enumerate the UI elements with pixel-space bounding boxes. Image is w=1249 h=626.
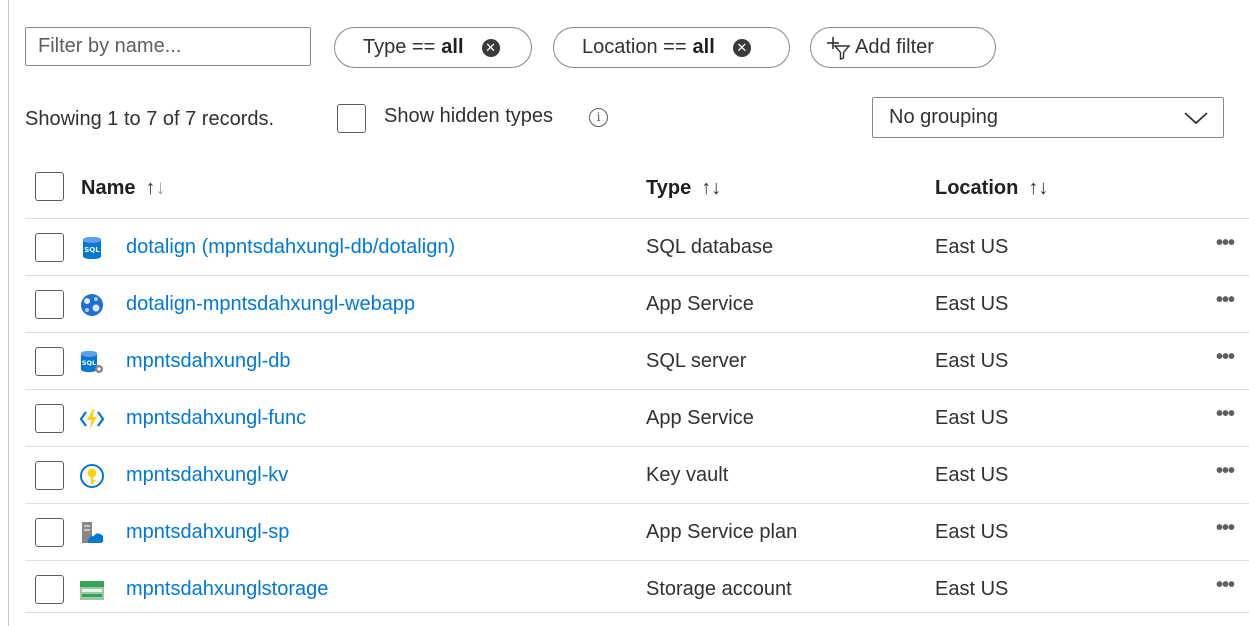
row-checkbox[interactable] <box>35 575 64 604</box>
resource-name-link[interactable]: mpntsdahxungl-kv <box>126 464 288 487</box>
more-options-icon[interactable]: ••• <box>1216 232 1235 255</box>
sql-database-icon: SQL <box>83 237 101 259</box>
column-header-name[interactable]: Name ↑↓ <box>81 177 165 200</box>
location-filter-label: Location == <box>582 36 687 58</box>
row-divider <box>25 389 1249 390</box>
resource-name-link[interactable]: mpntsdahxungl-func <box>126 407 306 430</box>
resource-name-link[interactable]: mpntsdahxungl-db <box>126 350 291 373</box>
type-filter-value: all <box>441 36 464 58</box>
table-row[interactable]: SQL mpntsdahxungl-db SQL server East US … <box>0 334 1249 390</box>
app-service-icon <box>81 294 103 316</box>
column-header-type[interactable]: Type ↑↓ <box>646 177 721 200</box>
resource-name-link[interactable]: mpntsdahxungl-sp <box>126 521 289 544</box>
table-row[interactable]: mpntsdahxunglstorage Storage account Eas… <box>0 562 1249 618</box>
add-filter-button[interactable]: Add filter <box>810 27 996 68</box>
grouping-dropdown[interactable]: No grouping <box>872 97 1224 138</box>
row-checkbox[interactable] <box>35 461 64 490</box>
add-filter-label: Add filter <box>855 36 934 58</box>
row-checkbox[interactable] <box>35 290 64 319</box>
table-row[interactable]: mpntsdahxungl-sp App Service plan East U… <box>0 505 1249 561</box>
resource-location: East US <box>935 350 1009 372</box>
resource-name-link[interactable]: dotalign-mpntsdahxungl-webapp <box>126 293 415 316</box>
app-service-plan-icon <box>82 522 104 543</box>
header-divider <box>25 218 1249 219</box>
grouping-value: No grouping <box>889 106 998 128</box>
table-row[interactable]: mpntsdahxungl-func App Service East US •… <box>0 391 1249 447</box>
resource-location: East US <box>935 407 1009 429</box>
table-row[interactable]: SQL dotalign (mpntsdahxungl-db/dotalign)… <box>0 220 1249 276</box>
svg-text:SQL: SQL <box>84 246 100 254</box>
sort-icon[interactable]: ↑↓ <box>701 177 721 199</box>
type-filter-pill[interactable]: Type == all ✕ <box>334 27 532 68</box>
row-checkbox[interactable] <box>35 347 64 376</box>
resource-type: SQL server <box>646 350 747 372</box>
info-icon[interactable]: i <box>589 108 608 127</box>
column-header-location[interactable]: Location ↑↓ <box>935 177 1048 200</box>
function-app-icon <box>80 409 104 429</box>
more-options-icon[interactable]: ••• <box>1216 460 1235 483</box>
add-filter-icon <box>827 36 851 60</box>
resource-type: App Service <box>646 407 754 429</box>
key-vault-icon <box>80 464 104 488</box>
resource-type: App Service <box>646 293 754 315</box>
row-checkbox[interactable] <box>35 518 64 547</box>
remove-location-filter-icon[interactable]: ✕ <box>732 38 751 57</box>
resource-location: East US <box>935 464 1009 486</box>
row-divider <box>25 275 1249 276</box>
show-hidden-types-checkbox[interactable] <box>337 104 366 133</box>
resource-name-link[interactable]: mpntsdahxunglstorage <box>126 578 328 601</box>
filter-by-name-input[interactable] <box>25 27 311 66</box>
column-header-name-label: Name <box>81 177 136 199</box>
row-checkbox[interactable] <box>35 233 64 262</box>
row-divider <box>25 503 1249 504</box>
records-count: Showing 1 to 7 of 7 records. <box>25 108 275 130</box>
resource-location: East US <box>935 521 1009 543</box>
resource-type: App Service plan <box>646 521 798 543</box>
sql-server-icon: SQL <box>81 351 103 373</box>
resource-type: SQL database <box>646 236 774 258</box>
row-divider <box>25 332 1249 333</box>
location-filter-value: all <box>692 36 715 58</box>
type-filter-label: Type == <box>363 36 436 58</box>
table-row[interactable]: mpntsdahxungl-kv Key vault East US ••• <box>0 448 1249 504</box>
more-options-icon[interactable]: ••• <box>1216 403 1235 426</box>
more-options-icon[interactable]: ••• <box>1216 574 1235 597</box>
resource-type: Key vault <box>646 464 729 486</box>
resource-name-link[interactable]: dotalign (mpntsdahxungl-db/dotalign) <box>126 236 455 259</box>
resource-type: Storage account <box>646 578 792 600</box>
show-hidden-types-label: Show hidden types <box>384 105 554 127</box>
select-all-checkbox[interactable] <box>35 172 64 201</box>
row-divider <box>25 446 1249 447</box>
storage-account-icon <box>80 581 104 600</box>
more-options-icon[interactable]: ••• <box>1216 289 1235 312</box>
column-header-location-label: Location <box>935 177 1019 199</box>
table-row[interactable]: dotalign-mpntsdahxungl-webapp App Servic… <box>0 277 1249 333</box>
row-divider <box>25 560 1249 561</box>
row-divider <box>25 612 1249 613</box>
resource-location: East US <box>935 293 1009 315</box>
svg-text:SQL: SQL <box>82 359 96 367</box>
remove-type-filter-icon[interactable]: ✕ <box>481 38 500 57</box>
resource-location: East US <box>935 236 1009 258</box>
resource-location: East US <box>935 578 1009 600</box>
row-checkbox[interactable] <box>35 404 64 433</box>
location-filter-pill[interactable]: Location == all ✕ <box>553 27 790 68</box>
more-options-icon[interactable]: ••• <box>1216 346 1235 369</box>
more-options-icon[interactable]: ••• <box>1216 517 1235 540</box>
sort-icon[interactable]: ↑↓ <box>1028 177 1048 199</box>
sort-ascending-icon[interactable]: ↑↓ <box>145 177 165 199</box>
column-header-type-label: Type <box>646 177 692 199</box>
chevron-down-icon <box>1184 111 1208 124</box>
